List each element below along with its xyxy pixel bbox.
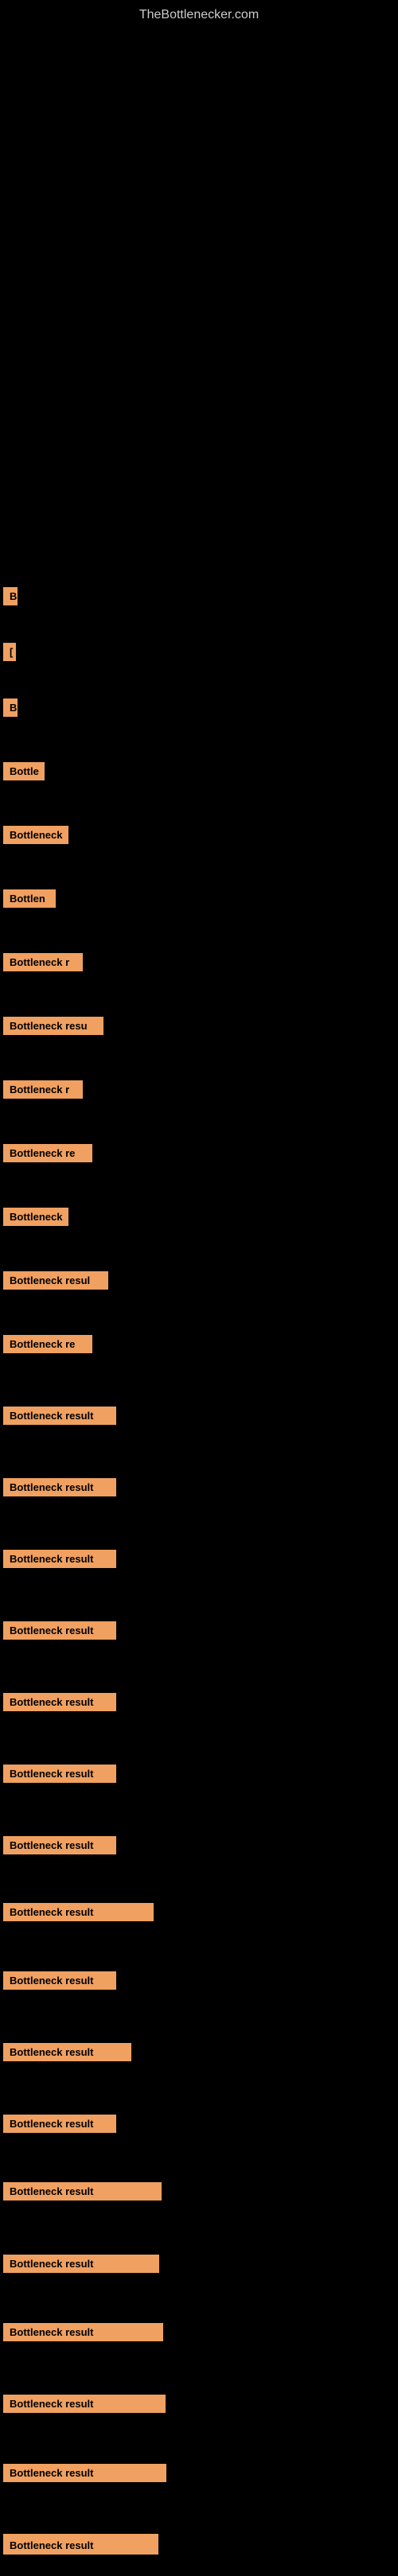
bottleneck-result-row: B [3, 587, 18, 609]
bottleneck-label: Bottleneck result [3, 2464, 166, 2482]
bottleneck-result-row: Bottleneck result [3, 2255, 159, 2277]
bottleneck-result-row: Bottleneck result [3, 1407, 116, 1429]
bottleneck-result-row: Bottleneck result [3, 1765, 116, 1787]
bottleneck-label: Bottleneck result [3, 1903, 154, 1921]
bottleneck-label: Bottleneck result [3, 2323, 163, 2341]
bottleneck-label: Bottleneck result [3, 1836, 116, 1854]
bottleneck-label: Bottleneck r [3, 1080, 83, 1099]
bottleneck-result-row: Bottleneck r [3, 1080, 83, 1103]
site-title: TheBottlenecker.com [0, 0, 398, 30]
bottleneck-result-row: Bottleneck resul [3, 1271, 108, 1294]
bottleneck-result-row: Bottleneck r [3, 953, 83, 975]
bottleneck-result-row: Bottleneck result [3, 2182, 162, 2204]
bottleneck-result-row: Bottle [3, 762, 45, 784]
bottleneck-label: Bottle [3, 762, 45, 780]
bottleneck-label: Bottleneck result [3, 2115, 116, 2133]
bottleneck-result-row: [ [3, 643, 16, 665]
bottleneck-label: Bottleneck result [3, 2395, 166, 2413]
bottleneck-label: Bottleneck result [3, 1550, 116, 1568]
bottleneck-label: Bottleneck result [3, 2043, 131, 2061]
bottleneck-label: Bottleneck [3, 826, 68, 844]
bottleneck-label: Bottleneck resul [3, 1271, 108, 1290]
bottleneck-label: Bottleneck result [3, 1693, 116, 1711]
bottleneck-label: Bottleneck [3, 1208, 68, 1226]
bottleneck-label: Bottleneck result [3, 1765, 116, 1783]
bottleneck-label: Bottleneck result [3, 2182, 162, 2200]
bottleneck-label: Bottleneck result [3, 1971, 116, 1990]
bottleneck-result-row: Bottleneck result [3, 1903, 154, 1925]
bottleneck-label: Bottleneck result [3, 1407, 116, 1425]
bottleneck-label: Bottleneck result [3, 1621, 116, 1640]
bottleneck-result-row: Bottleneck result [3, 1971, 116, 1994]
bottleneck-result-row: Bottleneck [3, 826, 68, 848]
bottleneck-result-row: Bottleneck result [3, 2323, 163, 2345]
bottleneck-result-row: Bottleneck result [3, 1621, 116, 1644]
bottleneck-result-row: Bottleneck result [3, 1836, 116, 1858]
bottleneck-result-row: Bottleneck result [3, 2464, 166, 2486]
bottleneck-result-row: Bottleneck resu [3, 1017, 103, 1039]
bottleneck-label: Bottleneck re [3, 1335, 92, 1353]
bottleneck-label: Bottlen [3, 889, 56, 908]
bottleneck-label: B [3, 587, 18, 605]
bottleneck-result-row: Bottleneck result [3, 2115, 116, 2137]
bottleneck-label: Bottleneck re [3, 1144, 92, 1162]
bottleneck-result-row: Bottlen [3, 889, 56, 912]
bottleneck-result-row: Bottleneck result [3, 2395, 166, 2417]
bottleneck-label: Bottleneck result [3, 1478, 116, 1496]
bottleneck-result-row: Bottleneck result [3, 1550, 116, 1572]
bottleneck-label: Bottleneck resu [3, 1017, 103, 1035]
bottleneck-result-row: Bottleneck re [3, 1335, 92, 1357]
bottleneck-result-row: Bottleneck result [3, 2043, 131, 2065]
bottleneck-result-row: B [3, 698, 18, 721]
bottleneck-label: [ [3, 643, 16, 661]
bottleneck-result-row: Bottleneck re [3, 1144, 92, 1166]
bottleneck-result-row: Bottleneck result [3, 1693, 116, 1715]
bottleneck-result-row: Bottleneck [3, 1208, 68, 1230]
bottleneck-label: B [3, 698, 18, 717]
bottleneck-label: Bottleneck r [3, 953, 83, 971]
bottleneck-result-row: Bottleneck result [3, 2536, 158, 2558]
bottleneck-result-row: Bottleneck result [3, 1478, 116, 1500]
bottleneck-label: Bottleneck result [3, 2255, 159, 2273]
